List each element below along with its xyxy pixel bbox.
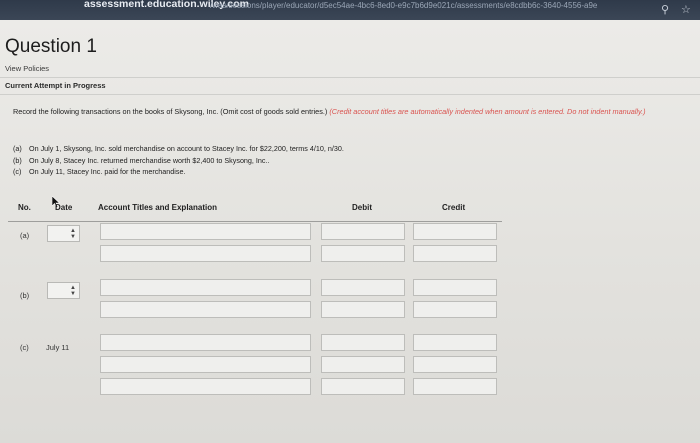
instruction-main: Record the following transactions on the… — [13, 107, 328, 116]
debit-input-c2[interactable] — [321, 356, 405, 373]
entry-label-c: (c) — [20, 343, 29, 352]
zoom-icon[interactable]: ⚲ — [661, 3, 669, 16]
account-input-c1[interactable] — [100, 334, 311, 351]
account-input-a2[interactable] — [100, 245, 311, 262]
list-item: (b) On July 8, Stacey Inc. returned merch… — [13, 155, 344, 167]
credit-input-b1[interactable] — [413, 279, 497, 296]
header-divider — [8, 221, 502, 222]
divider — [0, 94, 700, 95]
list-item: (a) On July 1, Skysong, Inc. sold merchan… — [13, 143, 344, 155]
credit-input-a1[interactable] — [413, 223, 497, 240]
select-arrows-icon: ▲ ▼ — [70, 228, 76, 240]
credit-input-c3[interactable] — [413, 378, 497, 395]
date-value-c: July 11 — [46, 343, 70, 352]
account-input-c3[interactable] — [100, 378, 311, 395]
column-header-account: Account Titles and Explanation — [98, 203, 217, 212]
debit-input-c1[interactable] — [321, 334, 405, 351]
account-input-a1[interactable] — [100, 223, 311, 240]
debit-input-b2[interactable] — [321, 301, 405, 318]
account-input-b1[interactable] — [100, 279, 311, 296]
debit-input-b1[interactable] — [321, 279, 405, 296]
view-policies-link[interactable]: View Policies — [5, 64, 49, 73]
browser-toolbar: assessment.education.wiley.com /was/sess… — [0, 0, 700, 20]
column-header-date: Date — [55, 203, 73, 212]
date-select-a[interactable]: ▲ ▼ — [47, 225, 80, 242]
select-arrows-icon: ▲ ▼ — [70, 285, 76, 297]
debit-input-a1[interactable] — [321, 223, 405, 240]
transaction-label: (b) — [13, 155, 22, 165]
transaction-label: (c) — [13, 167, 22, 176]
debit-input-c3[interactable] — [321, 378, 405, 395]
account-input-b2[interactable] — [100, 301, 311, 318]
transaction-text: On July 11, Stacey Inc. paid for the mer… — [29, 167, 186, 176]
entry-label-a: (a) — [20, 231, 30, 240]
column-header-credit: Credit — [442, 203, 466, 212]
instruction-note: (Credit account titles are automatically… — [329, 107, 646, 116]
debit-input-a2[interactable] — [321, 245, 405, 262]
column-header-no: No. — [18, 203, 31, 212]
account-input-c2[interactable] — [100, 356, 311, 373]
transaction-label: (a) — [13, 144, 22, 153]
credit-input-c1[interactable] — [413, 334, 497, 351]
transaction-text: On July 1, Skysong, Inc. sold merchandis… — [29, 144, 344, 153]
date-select-b[interactable]: ▲ ▼ — [47, 282, 80, 299]
entry-label-b: (b) — [20, 291, 30, 300]
list-item: (c) On July 11, Stacey Inc. paid for the … — [13, 166, 344, 178]
credit-input-a2[interactable] — [413, 245, 497, 262]
column-header-debit: Debit — [352, 203, 372, 212]
transaction-text: On July 8, Stacey Inc. returned merchand… — [29, 155, 270, 165]
credit-input-c2[interactable] — [413, 356, 497, 373]
attempt-status: Current Attempt in Progress — [5, 81, 106, 90]
question-page: Question 1 View Policies Current Attempt… — [0, 20, 700, 443]
address-bar-path[interactable]: /was/sessions/player/educator/d5ec54ae-4… — [210, 1, 640, 11]
bookmark-star-icon[interactable]: ☆ — [681, 3, 691, 16]
instruction-text: Record the following transactions on the… — [13, 107, 646, 116]
divider — [0, 77, 700, 78]
transaction-list: (a) On July 1, Skysong, Inc. sold merchan… — [13, 143, 344, 178]
credit-input-b2[interactable] — [413, 301, 497, 318]
page-title: Question 1 — [5, 36, 97, 57]
